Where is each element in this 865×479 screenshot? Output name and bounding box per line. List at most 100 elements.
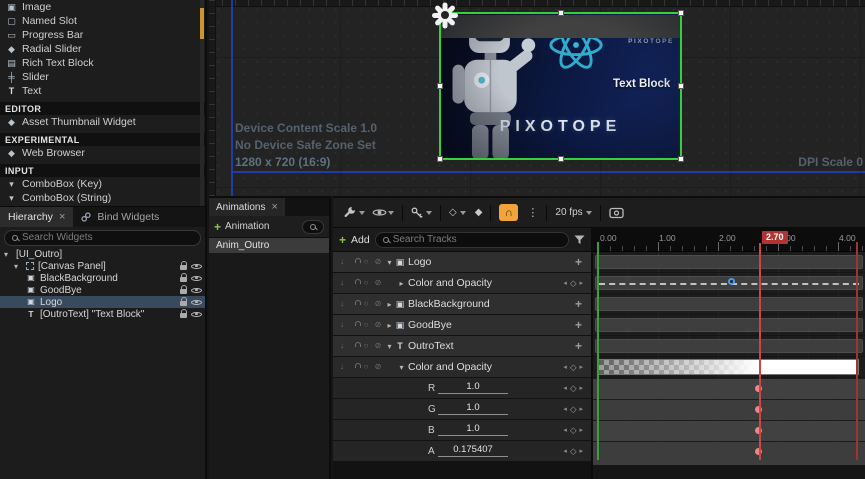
next-key-icon[interactable]: ▸	[579, 364, 583, 371]
timeline-row-r[interactable]	[593, 378, 865, 398]
hierarchy-item-canvas-panel[interactable]: ▾ [Canvas Panel]	[0, 260, 205, 272]
prev-key-icon[interactable]: ◂	[563, 385, 567, 392]
resize-handle[interactable]	[437, 156, 443, 162]
timeline-row-g[interactable]	[593, 399, 865, 419]
keying-options-button[interactable]	[407, 202, 436, 224]
playback-range-start[interactable]	[597, 242, 599, 460]
palette-scrollbar[interactable]	[200, 0, 204, 206]
resize-handle[interactable]	[558, 156, 564, 162]
keyframe-red[interactable]	[755, 448, 762, 455]
add-key-icon[interactable]: ◇	[570, 279, 577, 288]
palette-item-rich-text-block[interactable]: ▤ Rich Text Block	[0, 56, 205, 70]
alpha-gradient-section[interactable]	[598, 359, 859, 375]
chevron-down-icon[interactable]: ▾	[14, 262, 22, 271]
track-pin-icon[interactable]: ↓	[338, 321, 346, 329]
add-track-button[interactable]: Add	[351, 234, 370, 246]
track-mute-icon[interactable]: ⊘	[374, 258, 382, 266]
track-pin-icon[interactable]: ↓	[338, 342, 346, 350]
track-pin-icon[interactable]: ↓	[338, 279, 346, 287]
palette-item-web-browser[interactable]: ◆ Web Browser	[0, 146, 205, 160]
animation-item-anim-outro[interactable]: Anim_Outro	[209, 238, 329, 253]
chevron-right-icon[interactable]: ▸	[385, 300, 394, 309]
lock-icon[interactable]	[180, 301, 187, 306]
close-icon[interactable]: ×	[59, 211, 65, 223]
add-section-button[interactable]: +	[575, 339, 591, 353]
prev-key-icon[interactable]: ◂	[563, 448, 567, 455]
track-solo-icon[interactable]: ○	[362, 279, 370, 287]
next-key-icon[interactable]: ▸	[579, 406, 583, 413]
track-solo-icon[interactable]: ○	[362, 342, 370, 350]
keyframe-red[interactable]	[755, 427, 762, 434]
add-key-icon[interactable]: ◇	[570, 405, 577, 414]
track-solo-icon[interactable]: ○	[362, 300, 370, 308]
eye-icon[interactable]	[191, 298, 202, 307]
keyframe-blue[interactable]	[728, 278, 735, 285]
keyframe-nav[interactable]: ◂ ◇ ▸	[563, 426, 591, 435]
add-key-icon[interactable]: ◇	[570, 447, 577, 456]
resize-handle[interactable]	[678, 10, 684, 16]
timeline-row-blackbackground[interactable]	[593, 294, 865, 314]
playback-range-end[interactable]	[856, 242, 858, 460]
eye-icon[interactable]	[191, 286, 202, 295]
palette-scrollbar-thumb[interactable]	[200, 8, 204, 39]
prev-key-icon[interactable]: ◂	[563, 364, 567, 371]
keyframe-settings-button[interactable]: ◇	[445, 202, 470, 224]
track-mute-icon[interactable]: ⊘	[374, 300, 382, 308]
timeline-row-outrotext[interactable]	[593, 336, 865, 356]
eye-icon[interactable]	[191, 262, 202, 271]
track-row-color-and-opacity[interactable]: ↓ ○ ⊘ ▸ Color and Opacity ◂ ◇ ▸	[333, 273, 591, 293]
track-solo-icon[interactable]: ○	[362, 321, 370, 329]
palette-item-progress-bar[interactable]: ▭ Progress Bar	[0, 28, 205, 42]
track-row-blackbackground[interactable]: ↓ ○ ⊘ ▸ ▣ BlackBackground +	[333, 294, 591, 314]
next-key-icon[interactable]: ▸	[579, 280, 583, 287]
track-pin-icon[interactable]: ↓	[338, 258, 346, 266]
tab-animations[interactable]: Animations ×	[209, 198, 285, 216]
palette-category-experimental[interactable]: EXPERIMENTAL	[0, 133, 205, 146]
palette-item-combobox-key[interactable]: ▾ ComboBox (Key)	[0, 177, 205, 191]
palette-item-named-slot[interactable]: ▢ Named Slot	[0, 14, 205, 28]
timeline-row-color-and-opacity[interactable]	[593, 273, 865, 293]
channel-row-r[interactable]: R 1.0 ◂ ◇ ▸	[333, 378, 591, 398]
palette-item-text[interactable]: T Text	[0, 84, 205, 98]
palette-item-image[interactable]: ▣ Image	[0, 0, 205, 14]
track-solo-icon[interactable]: ○	[362, 363, 370, 371]
next-key-icon[interactable]: ▸	[579, 427, 583, 434]
track-row-logo[interactable]: ↓ ○ ⊘ ▾ ▣ Logo +	[333, 252, 591, 272]
resize-handle[interactable]	[678, 156, 684, 162]
track-solo-icon[interactable]: ○	[362, 258, 370, 266]
timeline-row-goodbye[interactable]	[593, 315, 865, 335]
hierarchy-item-blackbackground[interactable]: ▣ BlackBackground	[0, 272, 205, 284]
hierarchy-item-goodbye[interactable]: ▣ GoodBye	[0, 284, 205, 296]
lock-icon[interactable]	[180, 289, 187, 294]
channel-row-g[interactable]: G 1.0 ◂ ◇ ▸	[333, 399, 591, 419]
timeline-row-a[interactable]	[593, 441, 865, 461]
keyframe-nav[interactable]: ◂ ◇ ▸	[563, 384, 591, 393]
keyframe-red[interactable]	[755, 406, 762, 413]
sequencer-options-button[interactable]	[339, 202, 369, 224]
keyframe-nav[interactable]: ◂ ◇ ▸	[563, 405, 591, 414]
fps-dropdown[interactable]: 20 fps	[551, 202, 595, 224]
keyframe-nav[interactable]: ◂ ◇ ▸	[563, 279, 591, 288]
palette-item-combobox-string[interactable]: ▾ ComboBox (String)	[0, 191, 205, 205]
track-mute-icon[interactable]: ⊘	[374, 342, 382, 350]
resize-handle[interactable]	[558, 10, 564, 16]
add-key-icon[interactable]: ◇	[570, 384, 577, 393]
chevron-down-icon[interactable]: ▾	[385, 342, 394, 351]
eye-icon[interactable]	[191, 274, 202, 283]
timeline-area[interactable]: 0.00 1.00 2.00 3.00 4.00	[593, 228, 865, 479]
capture-thumbnail-button[interactable]	[605, 202, 628, 224]
channel-value-input[interactable]: 1.0	[438, 402, 508, 415]
palette-item-radial-slider[interactable]: ◆ Radial Slider	[0, 42, 205, 56]
timeline-ruler[interactable]: 0.00 1.00 2.00 3.00 4.00	[593, 228, 865, 252]
resize-handle[interactable]	[678, 83, 684, 89]
keyframe-red[interactable]	[755, 385, 762, 392]
eye-icon[interactable]	[191, 310, 202, 319]
close-icon[interactable]: ×	[271, 201, 277, 213]
lock-icon[interactable]	[180, 277, 187, 282]
channel-row-b[interactable]: B 1.0 ◂ ◇ ▸	[333, 420, 591, 440]
add-animation-button[interactable]: Animation	[225, 221, 269, 232]
search-widgets-box[interactable]	[4, 230, 201, 246]
add-section-button[interactable]: +	[575, 297, 591, 311]
hierarchy-item-outrotext[interactable]: T [OutroText] "Text Block"	[0, 308, 205, 320]
filter-icon[interactable]	[574, 235, 585, 245]
